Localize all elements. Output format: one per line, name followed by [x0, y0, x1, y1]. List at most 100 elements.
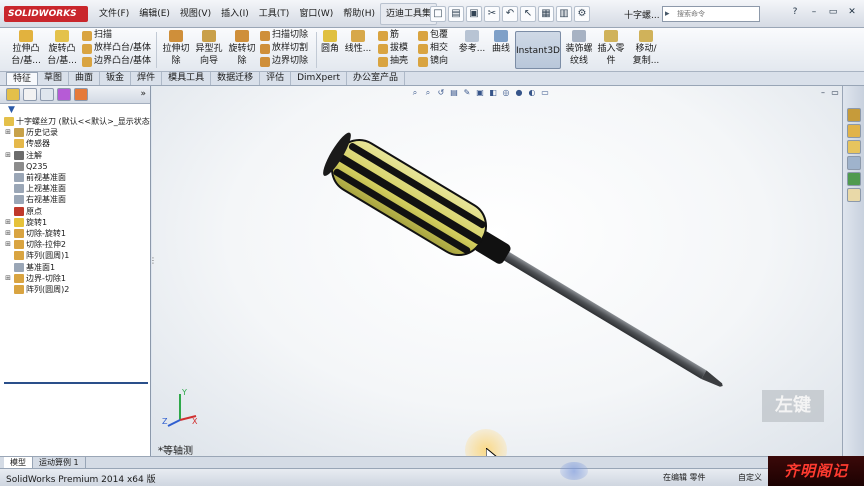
tree-node[interactable]: ⊞ 边界-切除1	[4, 273, 150, 284]
sweep-cut-button[interactable]: 扫描切除	[260, 29, 308, 42]
rib-button[interactable]: 筋	[378, 29, 399, 42]
insert-part-button[interactable]: 插入零 件	[596, 30, 626, 70]
menu-insert[interactable]: 插入(I)	[216, 0, 254, 28]
tree-node[interactable]: Q235	[4, 161, 150, 172]
tab-features[interactable]: 特征	[6, 72, 39, 85]
reference-geometry-button[interactable]: 参考...	[458, 30, 486, 70]
fillet-button[interactable]: 圆角	[318, 30, 342, 70]
move-copy-button[interactable]: 移动/ 复制...	[630, 30, 662, 70]
revolve-boss-button[interactable]: 旋转凸 台/基...	[45, 30, 79, 70]
tree-node[interactable]: 前视基准面	[4, 172, 150, 183]
status-custom-units[interactable]: 自定义	[738, 472, 762, 483]
minimize-icon[interactable]: –	[806, 5, 822, 21]
new-document-icon[interactable]: □	[430, 6, 446, 22]
tree-node[interactable]: ⊞ 旋转1	[4, 217, 150, 228]
tree-node[interactable]: ⊞ 切除-旋转1	[4, 228, 150, 239]
solidworks-logo[interactable]: SOLIDWORKS	[4, 6, 88, 22]
expand-icon[interactable]: ⊞	[4, 150, 12, 161]
extrude-cut-button[interactable]: 拉伸切 除	[160, 30, 192, 70]
menu-help[interactable]: 帮助(H)	[338, 0, 380, 28]
extrude-boss-button[interactable]: 拉伸凸 台/基...	[8, 30, 44, 70]
wrap-button[interactable]: 包覆	[418, 29, 448, 42]
close-icon[interactable]: ✕	[844, 5, 860, 21]
appearances-icon[interactable]	[847, 172, 861, 186]
search-scope-icon[interactable]: ▸	[665, 8, 677, 20]
tab-surfaces[interactable]: 曲面	[69, 72, 101, 85]
loft-cut-button[interactable]: 放样切割	[260, 42, 308, 55]
tree-node[interactable]: 原点	[4, 206, 150, 217]
design-library-icon[interactable]	[847, 124, 861, 138]
menu-view[interactable]: 视图(V)	[175, 0, 216, 28]
display-manager-tab-icon[interactable]	[74, 88, 88, 101]
menu-maidi-tools[interactable]: 迈迪工具集	[380, 3, 438, 25]
expand-icon[interactable]: ⊞	[4, 217, 12, 228]
expand-icon[interactable]: ⊞	[4, 228, 12, 239]
select-icon[interactable]: ↖	[520, 6, 536, 22]
tab-sketch[interactable]: 草图	[38, 72, 70, 85]
print-icon[interactable]: ✂	[484, 6, 500, 22]
tree-filter-icon[interactable]: ▼	[0, 104, 150, 116]
tree-node[interactable]: ⊞ 注解	[4, 150, 150, 161]
menu-file[interactable]: 文件(F)	[94, 0, 134, 28]
revolve-cut-button[interactable]: 旋转切 除	[226, 30, 258, 70]
undo-icon[interactable]: ↶	[502, 6, 518, 22]
tree-node[interactable]: ⊞ 历史记录	[4, 127, 150, 138]
cosmetic-thread-button[interactable]: 装饰螺 纹线	[564, 30, 594, 70]
tab-data-migration[interactable]: 数据迁移	[211, 72, 261, 85]
tree-node[interactable]: 右视基准面	[4, 194, 150, 205]
property-manager-tab-icon[interactable]	[23, 88, 37, 101]
linear-pattern-button[interactable]: 线性...	[344, 30, 372, 70]
file-explorer-icon[interactable]	[847, 140, 861, 154]
search-input[interactable]	[677, 10, 759, 18]
intersect-button[interactable]: 相交	[418, 42, 448, 55]
feature-tree-tab-icon[interactable]	[6, 88, 20, 101]
loft-boss-button[interactable]: 放样凸台/基体	[82, 42, 151, 55]
command-search[interactable]: ▸	[662, 6, 760, 22]
configuration-manager-tab-icon[interactable]	[40, 88, 54, 101]
menu-window[interactable]: 窗口(W)	[294, 0, 338, 28]
tab-model[interactable]: 模型	[4, 457, 33, 468]
rollback-bar[interactable]	[4, 382, 148, 384]
tree-node[interactable]: 阵列(圆周)2	[4, 284, 150, 295]
expand-icon[interactable]: ⊞	[4, 127, 12, 138]
open-icon[interactable]: ▤	[448, 6, 464, 22]
menu-edit[interactable]: 编辑(E)	[134, 0, 175, 28]
custom-properties-icon[interactable]	[847, 188, 861, 202]
tab-dimxpert[interactable]: DimXpert	[291, 72, 347, 85]
curves-button[interactable]: 曲线	[489, 30, 513, 70]
save-icon[interactable]: ▣	[466, 6, 482, 22]
expand-icon[interactable]: ⊞	[4, 273, 12, 284]
rebuild-icon[interactable]: ▦	[538, 6, 554, 22]
tree-root-part[interactable]: 十字螺丝刀 (默认<<默认>_显示状态	[4, 116, 150, 127]
hole-wizard-button[interactable]: 异型孔 向导	[193, 30, 225, 70]
mirror-button[interactable]: 镜向	[418, 55, 448, 68]
draft-button[interactable]: 拔模	[378, 42, 408, 55]
tab-evaluate[interactable]: 评估	[260, 72, 292, 85]
sweep-button[interactable]: 扫描	[82, 29, 112, 42]
restore-icon[interactable]: ▭	[825, 5, 841, 21]
tree-node[interactable]: 上视基准面	[4, 183, 150, 194]
tree-node[interactable]: ⊞ 切除-拉伸2	[4, 239, 150, 250]
viewport-restore-icon[interactable]: ▭	[830, 88, 840, 98]
help-icon[interactable]: ?	[787, 5, 803, 21]
tree-node[interactable]: 阵列(圆周)1	[4, 250, 150, 261]
tab-motion-study[interactable]: 运动算例 1	[33, 457, 86, 468]
screwdriver-model[interactable]	[152, 86, 842, 456]
options-icon[interactable]: ⚙	[574, 6, 590, 22]
tab-sheet-metal[interactable]: 钣金	[100, 72, 132, 85]
dimxpert-manager-tab-icon[interactable]	[57, 88, 71, 101]
boundary-cut-button[interactable]: 边界切除	[260, 55, 308, 68]
tab-weldments[interactable]: 焊件	[131, 72, 163, 85]
instant3d-button[interactable]: Instant3D	[515, 31, 561, 69]
graphics-area[interactable]: ⌕ ⌕ ↺ ▤ ✎ ▣ ◧ ◎ ● ◐ ▭ ⋮ Y X Z *等轴测 左键	[152, 86, 842, 456]
viewport-minimize-icon[interactable]: –	[818, 88, 828, 98]
tree-node[interactable]: 传感器	[4, 138, 150, 149]
solidworks-resources-icon[interactable]	[847, 108, 861, 122]
view-palette-icon[interactable]	[847, 156, 861, 170]
expand-panel-icon[interactable]: »	[140, 89, 146, 99]
boundary-boss-button[interactable]: 边界凸台/基体	[82, 55, 151, 68]
tab-office-products[interactable]: 办公室产品	[347, 72, 405, 85]
tab-mold-tools[interactable]: 模具工具	[162, 72, 212, 85]
shell-button[interactable]: 抽壳	[378, 55, 408, 68]
tree-node[interactable]: 基准面1	[4, 261, 150, 272]
